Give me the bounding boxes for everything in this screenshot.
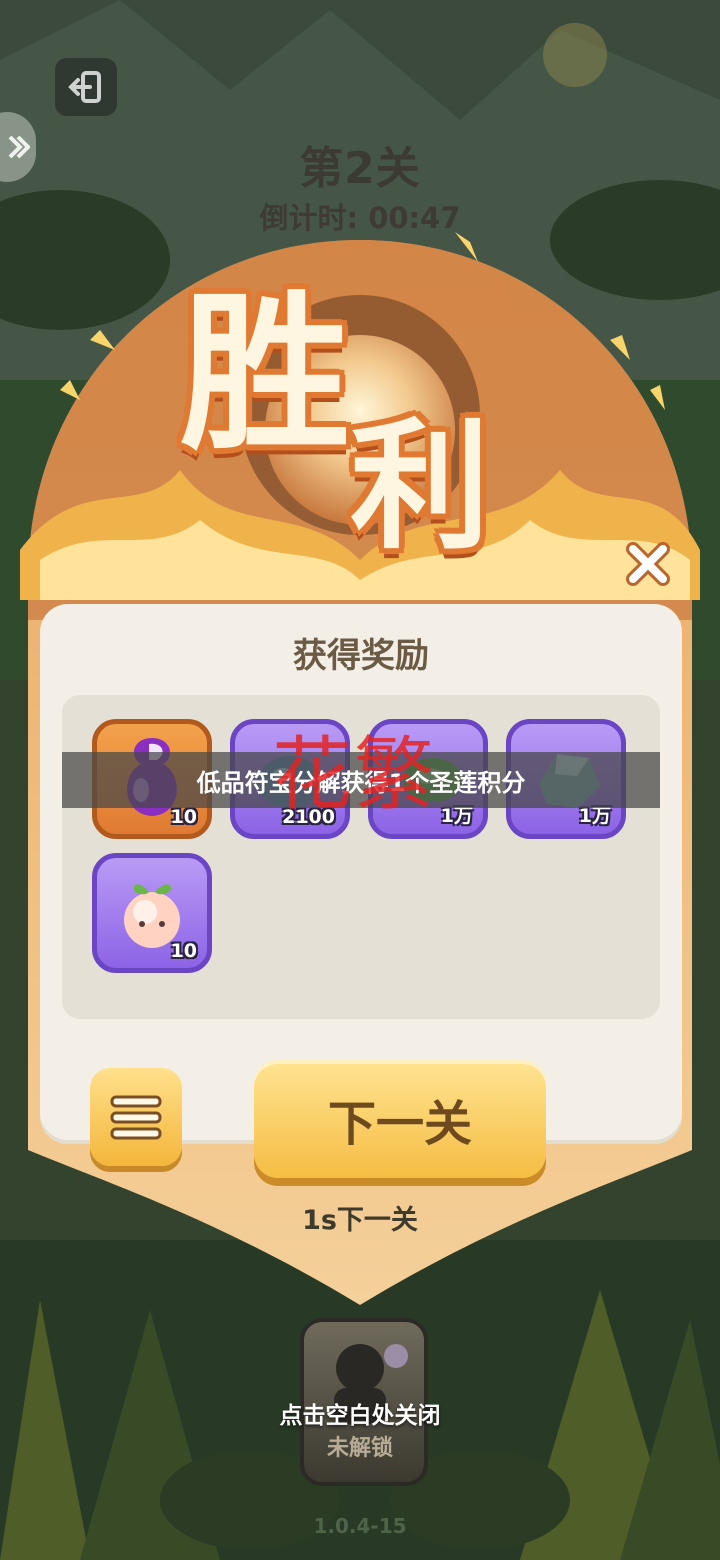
- next-level-button[interactable]: 下一关: [254, 1060, 546, 1178]
- auto-next-countdown: 1s下一关: [302, 1205, 418, 1236]
- reward-title: 获得奖励: [293, 636, 429, 676]
- countdown-time: 00:47: [368, 201, 461, 235]
- close-button[interactable]: [622, 538, 674, 590]
- locked-label: 未解锁: [326, 1436, 393, 1461]
- reward-item[interactable]: 10: [92, 853, 212, 973]
- close-icon: [626, 542, 670, 586]
- tap-to-close-hint[interactable]: 点击空白处关闭: [0, 1396, 720, 1430]
- reward-count: 10: [170, 806, 197, 828]
- hamburger-icon: [110, 1095, 162, 1140]
- version-label: 1.0.4-15: [313, 1514, 407, 1538]
- victory-char-1: 胜: [180, 276, 351, 474]
- exit-button[interactable]: [55, 58, 117, 116]
- countdown-label: 倒计时:: [259, 201, 359, 235]
- countdown-timer: 倒计时: 00:47: [0, 195, 720, 237]
- level-title: 第2关: [299, 143, 421, 194]
- overlay-watermark: 花繁: [272, 728, 436, 821]
- exit-icon: [68, 71, 101, 103]
- reward-count: 10: [170, 940, 197, 962]
- menu-button[interactable]: [90, 1068, 182, 1166]
- victory-char-2: 利: [350, 406, 491, 569]
